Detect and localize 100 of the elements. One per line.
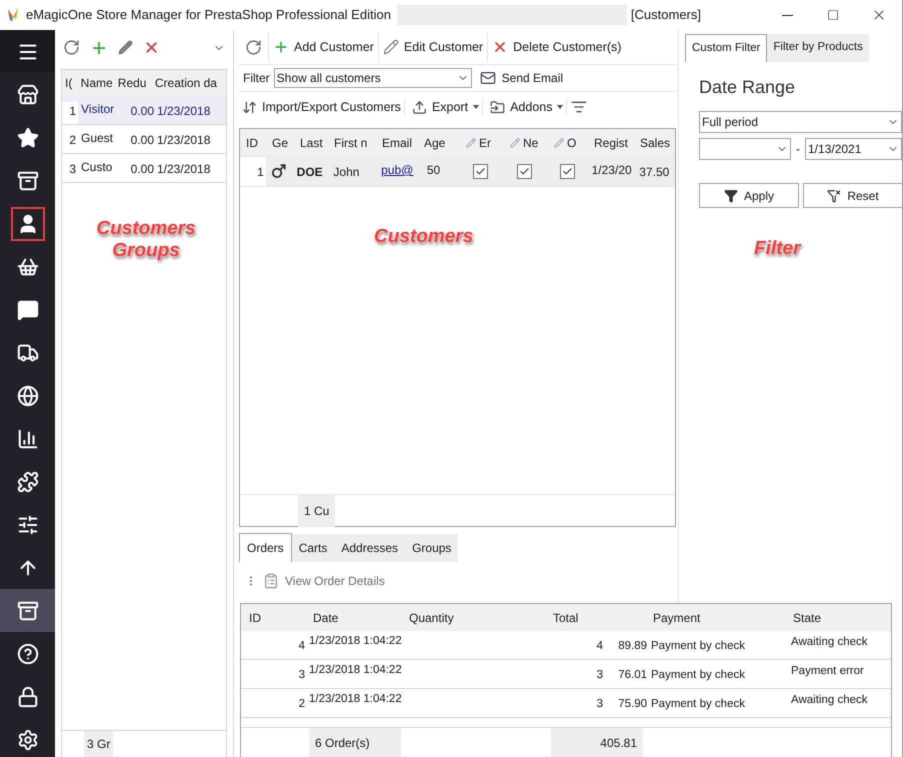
upload-icon [412,100,427,114]
menu-button[interactable]: Addons [487,98,568,116]
male-icon [270,163,287,180]
table-cell-text: Visitor [80,101,116,118]
column-header[interactable]: Sales [634,134,674,152]
tab[interactable]: Carts [292,534,334,562]
toolbar-button[interactable]: Edit Customer [378,32,488,62]
funnel-clear-icon [827,188,842,202]
bar-chart-icon [16,428,38,450]
reset-button[interactable]: Reset [803,183,902,208]
store-icon [16,84,38,106]
column-header[interactable]: Last [294,134,328,152]
puzzle-icon [16,470,38,492]
basket-icon [16,256,38,278]
table-cell-text: 2 [298,696,305,712]
add-icon [273,39,289,55]
minimize-icon [782,14,792,16]
apply-button[interactable]: Apply [699,183,799,208]
tab[interactable]: Filter by Products [767,34,869,62]
column-header[interactable]: ID [241,608,305,626]
table-cell-text: 1/23/2018 1:04:22 [308,634,403,649]
tab[interactable]: Groups [405,534,458,562]
group-count: 3 Gr [84,731,114,757]
refresh-icon[interactable] [63,39,80,56]
column-header[interactable]: Ne [504,134,548,152]
mail-icon [480,70,496,86]
table-cell-text: Payment by check [650,668,746,683]
caret-icon [557,105,564,109]
table-cell-text: 0.00 [130,103,154,120]
table-cell-text: 1/23/2018 [156,103,210,120]
checkbox[interactable] [560,164,576,179]
window-subtitle: [Customers] [630,6,701,24]
star-icon [16,126,38,148]
column-header[interactable]: Er [460,134,504,152]
edit-icon[interactable] [118,40,133,55]
column-header[interactable]: I( [62,74,78,92]
column-header[interactable]: Creation da [152,74,226,92]
column-header[interactable]: Regist [588,134,634,152]
filter-dropdown[interactable]: Show all customers [274,68,472,88]
annotation-label: Filter [754,238,800,260]
date-to-field[interactable]: 1/13/2021 [805,138,902,160]
order-total: 405.81 [551,728,643,757]
table-cell-text: 1/23/2018 [156,132,210,149]
column-header[interactable]: ID [240,134,266,152]
table-cell-text: Payment by check [650,638,746,654]
table-cell-text: 4 [298,638,305,654]
table-row[interactable]: 2 Guest 0.00 1/23/2018 [62,125,226,154]
caret-icon [473,105,480,109]
chat-icon [16,298,38,320]
table-row[interactable]: 3 Custo 0.00 1/23/2018 [62,154,226,183]
tab[interactable]: Orders [239,533,292,562]
sidebar-item[interactable] [0,30,55,73]
checkbox[interactable] [516,164,532,179]
table-cell-text: 3 [298,668,305,683]
sort-arrows-icon [242,100,257,114]
period-dropdown[interactable]: Full period [699,111,902,133]
column-header[interactable]: Redu [114,74,152,92]
column-header[interactable]: Ge [266,134,294,152]
column-header[interactable]: Date [305,608,401,626]
filter-list-icon[interactable] [571,99,588,115]
column-header[interactable]: Age [418,134,460,152]
table-cell-text: 1/23/2018 1:04:22 [308,663,403,678]
app-logo-icon [6,7,20,23]
email-link[interactable]: pub@ [375,157,417,179]
view-order-details-button[interactable]: View Order Details [285,572,385,590]
table-cell-text: 4 [596,638,604,654]
table-cell-text: 1/23/2018 1:04:22 [308,692,403,707]
column-header[interactable]: Payment [645,608,785,626]
toolbar-button[interactable]: Add Customer [268,32,378,62]
table-cell-text: Custo [80,159,114,176]
menu-button[interactable]: Export [408,98,484,116]
table-cell-text: 89.89 [617,638,647,654]
funnel-icon [724,188,738,202]
archive-icon [16,600,38,622]
toolbar-button[interactable]: Import/Export Customers [239,98,405,116]
table-row[interactable]: 1 Visitor 0.00 1/23/2018 [62,96,226,125]
sidebar-item[interactable] [0,589,55,632]
tab[interactable]: Custom Filter [685,34,768,62]
column-header[interactable]: Email [376,134,418,152]
column-header[interactable]: Name [78,74,115,92]
column-header[interactable]: Total [545,608,645,626]
refresh-icon[interactable] [245,38,262,56]
clipboard-icon [263,573,279,589]
tab[interactable]: Addresses [334,534,406,562]
column-header[interactable]: First n [328,134,376,152]
table-cell-text: Payment by check [650,696,746,712]
table-cell-text: Awaiting check [791,693,868,708]
send-email-button[interactable]: Send Email [480,69,564,87]
annotation-label: Groups [111,240,181,262]
filter-label: Filter [242,70,271,87]
column-header[interactable]: State [785,608,885,626]
checkbox[interactable] [472,164,488,179]
table-cell-text: John [332,164,360,180]
toolbar-button[interactable]: Delete Customer(s) [487,32,626,62]
column-header[interactable]: Quantity [401,608,545,626]
table-cell-text: 75.90 [617,696,647,712]
date-from-field[interactable] [699,138,791,160]
edit-icon [382,39,399,55]
column-header[interactable]: O [548,134,588,152]
check-icon [562,166,574,177]
